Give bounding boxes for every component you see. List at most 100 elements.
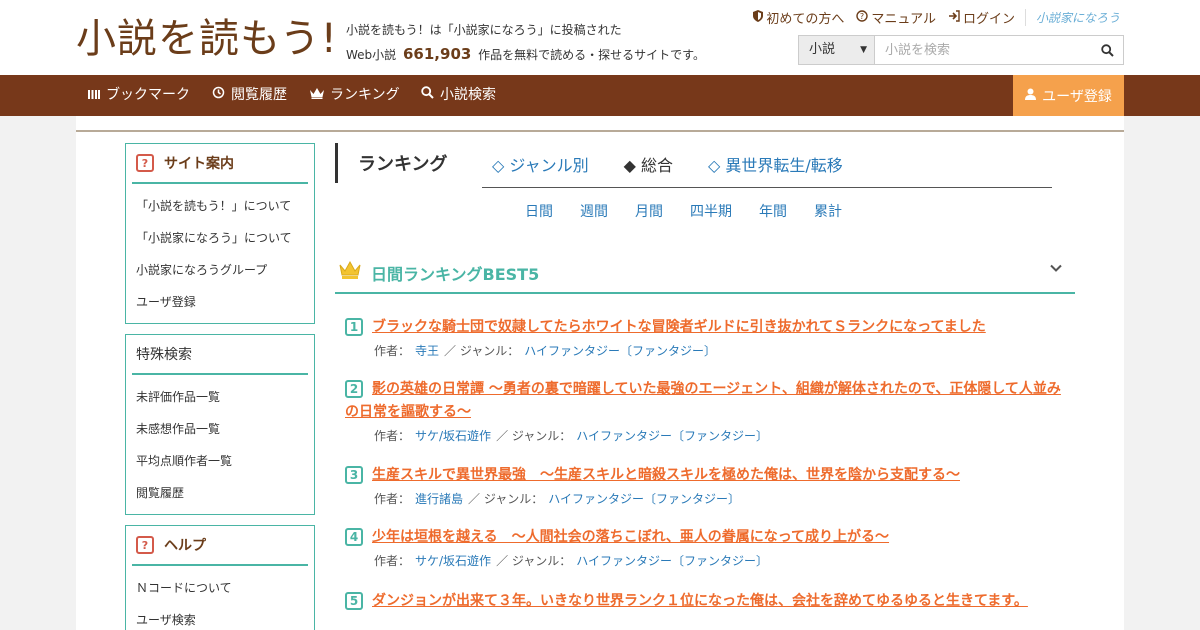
author-label: 作者：: [374, 554, 411, 568]
question-icon: ?: [136, 536, 154, 554]
search-input[interactable]: [875, 36, 1091, 64]
entry-title-link[interactable]: 生産スキルで異世界最強 ～生産スキルと暗殺スキルを極めた俺は、世界を陰から支配す…: [345, 464, 1065, 487]
link-manual-label: マニュアル: [871, 12, 936, 27]
nav-bookmark[interactable]: ブックマーク: [88, 75, 190, 116]
author-link[interactable]: サケ/坂石遊作: [415, 429, 491, 443]
search-icon: [1100, 43, 1114, 57]
entry-title-link[interactable]: ダンジョンが出来て３年。いきなり世界ランク１位になった俺は、会社を辞めてゆるゆる…: [345, 590, 1065, 613]
special-search-title: 特殊検索: [136, 347, 192, 363]
rank-number: 2: [345, 380, 363, 398]
entry-title-link[interactable]: 影の英雄の日常譚 ～勇者の裏で暗躍していた最強のエージェント、組織が解体されたの…: [345, 378, 1065, 424]
author-link[interactable]: 寺王: [415, 344, 439, 358]
tab-genre[interactable]: ◇ ジャンル別: [492, 152, 589, 176]
period-daily[interactable]: 日間: [525, 201, 553, 221]
genre-label: ／ ジャンル：: [496, 554, 572, 568]
nav-ranking-label: ランキング: [330, 87, 400, 103]
search-category-value: 小説: [809, 42, 836, 57]
tagline-prefix: Web小説: [346, 48, 397, 62]
tabs-divider: [482, 187, 1052, 188]
ranking-title-bar: [335, 143, 338, 183]
sidebar-item-history[interactable]: 閲覧履歴: [126, 477, 314, 509]
sidebar-item-narou-group[interactable]: 小説家になろうグループ: [126, 254, 314, 286]
sidebar-special-search: 特殊検索 未評価作品一覧 未感想作品一覧 平均点順作者一覧 閲覧履歴: [125, 334, 315, 515]
site-guide-heading: ? サイト案内: [132, 144, 308, 184]
period-links: 日間 週間 月間 四半期 年間 累計: [525, 201, 869, 221]
tab-isekai[interactable]: ◇ 異世界転生/転移: [708, 152, 843, 176]
sidebar-item-about-yomou[interactable]: 「小説を読もう！」について: [126, 190, 314, 222]
daily-best5-title: 日間ランキングBEST5: [371, 265, 540, 284]
link-beginners[interactable]: 初めての方へ: [753, 8, 844, 27]
rank-number: 1: [345, 318, 363, 336]
entry-meta: 作者： 寺王 ／ ジャンル： ハイファンタジー〔ファンタジー〕: [345, 341, 1065, 361]
author-link[interactable]: 進行諸島: [415, 492, 463, 506]
genre-link[interactable]: ハイファンタジー〔ファンタジー〕: [524, 344, 716, 358]
narou-logo[interactable]: 小説家になろう: [1024, 9, 1120, 26]
nav-search[interactable]: 小説検索: [421, 75, 496, 116]
entry-title-link[interactable]: ブラックな騎士団で奴隷してたらホワイトな冒険者ギルドに引き抜かれてＳランクになっ…: [345, 316, 1065, 339]
main-top-background: [76, 116, 1124, 130]
top-links: 初めての方へ ? マニュアル ログイン 小説家になろう: [741, 8, 1120, 27]
nav-ranking[interactable]: ランキング: [310, 75, 400, 116]
genre-label: ／ ジャンル：: [496, 429, 572, 443]
site-guide-list: 「小説を読もう！」について 「小説家になろう」について 小説家になろうグループ …: [126, 184, 314, 324]
site-logo[interactable]: 小説を読もう!: [76, 14, 337, 64]
nav-search-label: 小説検索: [440, 87, 496, 103]
link-login[interactable]: ログイン: [948, 8, 1015, 27]
author-label: 作者：: [374, 344, 411, 358]
help-title: ヘルプ: [164, 538, 206, 554]
ranking-title: ランキング: [358, 154, 448, 175]
search-bar: 小説 ▼: [798, 35, 1124, 65]
nav-history[interactable]: 閲覧履歴: [212, 75, 287, 116]
tab-overall[interactable]: ◆ 総合: [624, 152, 673, 176]
help-heading: ? ヘルプ: [132, 526, 308, 566]
period-quarterly[interactable]: 四半期: [690, 201, 732, 221]
entry-meta: 作者： サケ/坂石遊作 ／ ジャンル： ハイファンタジー〔ファンタジー〕: [345, 426, 1065, 446]
search-button[interactable]: [1091, 36, 1123, 64]
svg-text:?: ?: [860, 12, 864, 21]
shield-icon: [753, 10, 764, 25]
ranking-entry: 5 ダンジョンが出来て３年。いきなり世界ランク１位になった俺は、会社を辞めてゆる…: [345, 590, 1065, 613]
tagline-suffix: 作品を無料で読める・探せるサイトです。: [478, 48, 705, 62]
sidebar-item-avg-score-authors[interactable]: 平均点順作者一覧: [126, 445, 314, 477]
site-header: 小説を読もう! 小説を読もう！は「小説家になろう」に投稿された Web小説 66…: [0, 0, 1200, 75]
sidebar-item-user-register[interactable]: ユーザ登録: [126, 286, 314, 318]
ranking-entry: 4 少年は垣根を越える ～人間社会の落ちこぼれ、亜人の眷属になって成り上がる～ …: [345, 526, 1065, 571]
register-button[interactable]: ユーザ登録: [1013, 75, 1124, 116]
search-category-select[interactable]: 小説 ▼: [799, 36, 875, 64]
sidebar-item-about-narou[interactable]: 「小説家になろう」について: [126, 222, 314, 254]
sidebar-item-ncode[interactable]: Ｎコードについて: [126, 572, 314, 604]
author-link[interactable]: サケ/坂石遊作: [415, 554, 491, 568]
sidebar-site-guide: ? サイト案内 「小説を読もう！」について 「小説家になろう」について 小説家に…: [125, 143, 315, 324]
nav-bookmark-label: ブックマーク: [106, 87, 190, 103]
nav-history-label: 閲覧履歴: [231, 87, 287, 103]
rank-number: 4: [345, 528, 363, 546]
chevron-down-icon[interactable]: [1049, 260, 1063, 279]
entry-meta: 作者： サケ/坂石遊作 ／ ジャンル： ハイファンタジー〔ファンタジー〕: [345, 551, 1065, 571]
sidebar-item-user-search[interactable]: ユーザ検索: [126, 604, 314, 630]
genre-label: ／ ジャンル：: [468, 492, 544, 506]
help-list: Ｎコードについて ユーザ検索: [126, 566, 314, 630]
period-total[interactable]: 累計: [814, 201, 842, 221]
genre-link[interactable]: ハイファンタジー〔ファンタジー〕: [576, 429, 768, 443]
entry-title-link[interactable]: 少年は垣根を越える ～人間社会の落ちこぼれ、亜人の眷属になって成り上がる～: [345, 526, 1065, 549]
daily-best5-header: 日間ランキングBEST5: [335, 252, 1075, 294]
author-label: 作者：: [374, 492, 411, 506]
period-weekly[interactable]: 週間: [580, 201, 608, 221]
link-manual[interactable]: ? マニュアル: [856, 8, 936, 27]
register-label: ユーザ登録: [1042, 88, 1112, 105]
crown-icon: [339, 260, 361, 284]
genre-link[interactable]: ハイファンタジー〔ファンタジー〕: [548, 492, 740, 506]
genre-link[interactable]: ハイファンタジー〔ファンタジー〕: [576, 554, 768, 568]
tagline-line2: Web小説 661,903 作品を無料で読める・探せるサイトです。: [346, 42, 705, 67]
period-monthly[interactable]: 月間: [635, 201, 663, 221]
main-nav: ブックマーク 閲覧履歴 ランキング 小説検索 ユーザ登録: [0, 75, 1200, 116]
ranking-entry: 3 生産スキルで異世界最強 ～生産スキルと暗殺スキルを極めた俺は、世界を陰から支…: [345, 464, 1065, 509]
special-search-heading: 特殊検索: [132, 335, 308, 375]
sidebar-item-unrated[interactable]: 未評価作品一覧: [126, 381, 314, 413]
question-icon: ?: [136, 154, 154, 172]
sidebar-item-no-impressions[interactable]: 未感想作品一覧: [126, 413, 314, 445]
author-label: 作者：: [374, 429, 411, 443]
rank-number: 3: [345, 466, 363, 484]
period-yearly[interactable]: 年間: [759, 201, 787, 221]
login-icon: [948, 10, 960, 25]
